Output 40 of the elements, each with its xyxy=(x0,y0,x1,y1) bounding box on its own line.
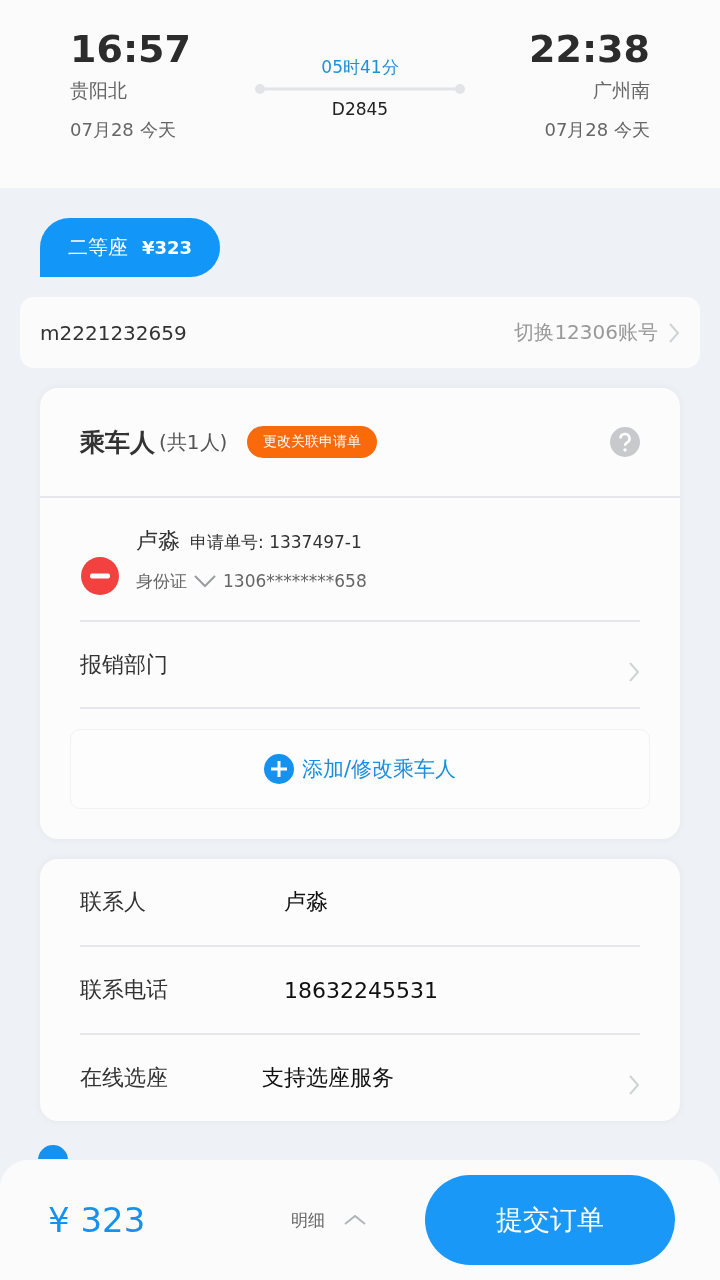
department-label: 报销部门 xyxy=(80,650,168,679)
id-number: 1306********658 xyxy=(223,571,367,591)
field-label: 联系电话 xyxy=(80,976,169,1004)
total-price: ¥ 323 xyxy=(48,1200,146,1240)
plus-icon xyxy=(263,754,294,784)
arrival-date: 07月28 今天 xyxy=(544,118,650,142)
departure-station: 贵阳北 xyxy=(70,78,128,103)
departure-date: 07月28 今天 xyxy=(70,118,177,142)
card-title: 乘车人 xyxy=(80,426,155,459)
passenger-name: 卢淼 xyxy=(136,526,180,555)
field-value: 卢淼 xyxy=(284,888,329,916)
add-passenger-button[interactable]: 添加/修改乘车人 xyxy=(70,729,650,809)
chevron-right-icon xyxy=(628,660,640,683)
duration: 05时41分 xyxy=(321,56,399,79)
arrival-time: 22:38 xyxy=(529,26,650,72)
switch-account-link[interactable]: 切换12306账号 xyxy=(514,319,658,346)
arrival-station: 广州南 xyxy=(593,78,650,103)
department-row[interactable]: 报销部门 xyxy=(80,622,640,709)
change-request-button[interactable]: 更改关联申请单 xyxy=(247,426,378,458)
chevron-right-icon xyxy=(668,321,680,344)
departure-time: 16:57 xyxy=(70,26,191,72)
account-id: m2221232659 xyxy=(40,320,188,345)
train-number: D2845 xyxy=(331,99,389,119)
field-label: 联系人 xyxy=(80,888,147,916)
help-icon[interactable] xyxy=(610,427,640,457)
passenger-count: (共1人) xyxy=(159,428,228,456)
chevron-up-icon xyxy=(343,1214,368,1226)
details-button[interactable]: 明细 xyxy=(285,1207,374,1233)
checkbox-icon[interactable] xyxy=(38,1145,68,1159)
chevron-right-icon xyxy=(628,1074,640,1096)
field-label: 在线选座 xyxy=(80,1064,169,1092)
remove-icon[interactable] xyxy=(80,556,120,596)
chevron-down-icon[interactable] xyxy=(193,574,217,588)
field-value: 18632245531 xyxy=(284,977,439,1003)
account-row[interactable]: m2221232659 切换12306账号 xyxy=(20,297,700,368)
submit-order-button[interactable]: 提交订单 xyxy=(425,1175,675,1265)
field-value[interactable]: 支持选座服务 xyxy=(262,1063,628,1093)
request-number: 申请单号: 1337497-1 xyxy=(190,530,362,554)
seat-tab[interactable]: 二等座 ¥323 xyxy=(40,218,221,277)
id-type: 身份证 xyxy=(136,569,187,593)
